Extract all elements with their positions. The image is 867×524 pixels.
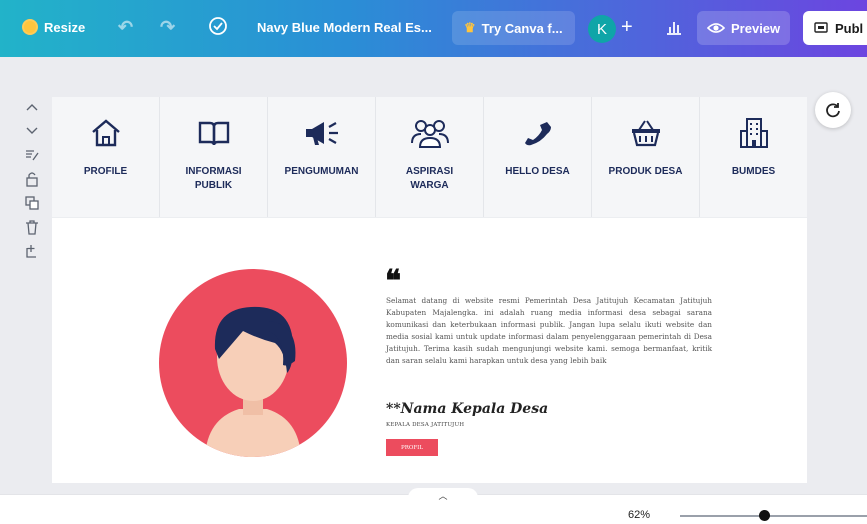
nav-item-informasi-publik[interactable]: INFORMASI PUBLIK — [160, 97, 268, 217]
avatar-illustration — [205, 306, 301, 457]
duplicate-icon[interactable] — [22, 193, 42, 213]
refresh-button[interactable] — [815, 92, 851, 128]
nav-label: BUMDES — [731, 166, 776, 177]
redo-icon[interactable]: ↷ — [160, 17, 175, 38]
try-canva-button[interactable]: ♛ Try Canva f... — [452, 11, 575, 45]
profile-button[interactable]: PROFIL — [386, 439, 438, 456]
chevron-up-icon: ︿ — [438, 490, 448, 501]
notes-icon[interactable] — [22, 145, 42, 165]
nav-item-produk-desa[interactable]: PRODUK DESA — [592, 97, 700, 217]
building-icon — [739, 115, 769, 151]
book-icon — [196, 115, 232, 151]
eye-icon — [707, 23, 725, 33]
cloud-saved-icon[interactable] — [207, 15, 229, 37]
nav-label: PRODUK DESA — [608, 166, 683, 177]
present-icon — [814, 22, 828, 33]
signature-title[interactable]: KEPALA DESA JATITUJUH — [386, 422, 464, 428]
chevron-up-icon[interactable] — [22, 97, 42, 117]
analytics-icon[interactable] — [664, 17, 684, 37]
chevron-down-icon[interactable] — [22, 121, 42, 141]
page-tools — [21, 97, 43, 261]
add-people-icon[interactable]: + — [621, 16, 633, 39]
trash-icon[interactable] — [22, 217, 42, 237]
people-group-icon — [408, 115, 452, 151]
nav-label: PENGUMUMAN — [284, 166, 359, 177]
nav-item-hello-desa[interactable]: HELLO DESA — [484, 97, 592, 217]
nav-label: INFORMASI PUBLIK — [185, 166, 242, 191]
design-page[interactable]: PROFILE INFORMASI PUBLIK PENGUMUMAN ASPI… — [52, 97, 807, 483]
basket-icon — [629, 115, 663, 151]
refresh-icon — [826, 103, 840, 118]
undo-icon[interactable]: ↶ — [118, 17, 133, 38]
nav-menu: PROFILE INFORMASI PUBLIK PENGUMUMAN ASPI… — [52, 97, 807, 218]
add-page-icon[interactable] — [22, 241, 42, 261]
try-canva-label: Try Canva f... — [481, 20, 563, 36]
crown-icon — [22, 19, 38, 35]
quote-icon: ❝ — [385, 264, 402, 299]
zoom-level[interactable]: 62% — [628, 509, 650, 521]
nav-label: HELLO DESA — [505, 166, 570, 177]
nav-label: ASPIRASI WARGA — [405, 166, 454, 191]
collapse-pages-button[interactable]: ︿ — [408, 488, 478, 502]
preview-button[interactable]: Preview — [697, 11, 791, 45]
nav-label: PROFILE — [83, 166, 128, 177]
resize-button[interactable]: Resize — [22, 19, 85, 35]
preview-label: Preview — [731, 20, 781, 36]
publish-button[interactable]: Publ — [803, 11, 867, 45]
crown-icon: ♛ — [464, 20, 476, 35]
nav-item-pengumuman[interactable]: PENGUMUMAN — [268, 97, 376, 217]
megaphone-icon — [302, 115, 342, 151]
resize-label: Resize — [44, 19, 86, 35]
signature-name[interactable]: **Nama Kepala Desa — [386, 401, 548, 417]
document-title[interactable]: Navy Blue Modern Real Es... — [257, 20, 432, 35]
nav-item-aspirasi-warga[interactable]: ASPIRASI WARGA — [376, 97, 484, 217]
zoom-slider-thumb[interactable] — [759, 510, 770, 521]
user-avatar[interactable]: K — [588, 15, 616, 43]
welcome-text[interactable]: Selamat datang di website resmi Pemerint… — [386, 295, 712, 368]
lock-icon[interactable] — [22, 169, 42, 189]
editor-toolbar: Resize ↶ ↷ Navy Blue Modern Real Es... ♛… — [0, 0, 867, 57]
publish-label: Publ — [835, 20, 864, 36]
zoom-slider-track[interactable] — [680, 515, 867, 517]
nav-item-profile[interactable]: PROFILE — [52, 97, 160, 217]
home-icon — [89, 115, 123, 151]
nav-item-bumdes[interactable]: BUMDES — [700, 97, 807, 217]
kepala-desa-portrait[interactable] — [159, 269, 347, 457]
phone-icon — [523, 115, 553, 151]
